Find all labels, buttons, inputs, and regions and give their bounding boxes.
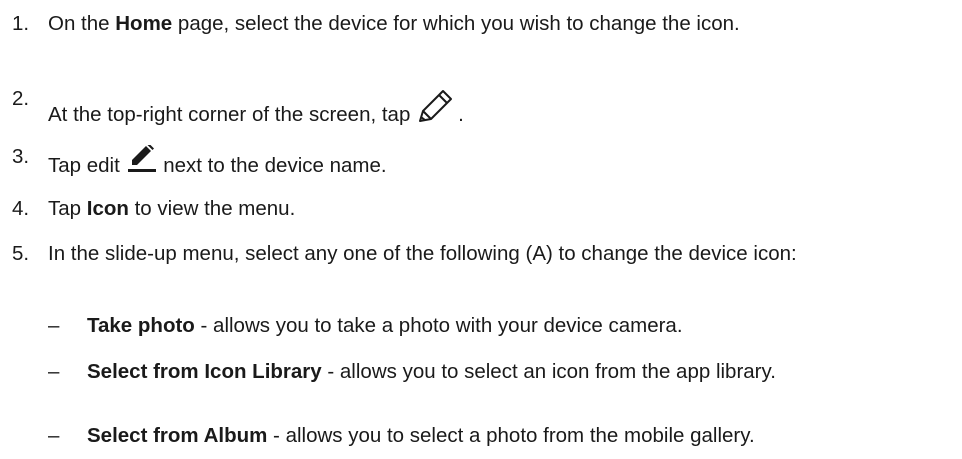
dash-bullet: – — [48, 360, 60, 383]
step-text: Tap edit next to the device name. — [48, 143, 953, 178]
dash-bullet: – — [48, 424, 60, 447]
step-3: 3. Tap edit next to the device name. — [0, 143, 953, 178]
option-take-photo: – Take photo - allows you to take a phot… — [0, 314, 947, 338]
step-number: 4. — [12, 197, 30, 220]
step-number: 3. — [12, 145, 30, 168]
option-album: – Select from Album - allows you to sele… — [0, 424, 947, 448]
home-label: Home — [115, 12, 173, 35]
step-4: 4. Tap Icon to view the menu. — [0, 197, 953, 221]
step-1: 1. On the Home page, select the device f… — [0, 12, 953, 36]
dash-bullet: – — [48, 314, 60, 337]
step-number: 2. — [12, 87, 30, 110]
step-number: 1. — [12, 12, 30, 35]
pencil-outline-icon — [416, 87, 458, 127]
step-text: Tap Icon to view the menu. — [48, 197, 296, 220]
step-number: 5. — [12, 242, 30, 265]
option-text: Select from Icon Library - allows you to… — [87, 360, 776, 383]
option-text: Take photo - allows you to take a photo … — [87, 314, 683, 337]
edit-pencil-underline-icon — [126, 143, 158, 178]
step-text: On the Home page, select the device for … — [48, 12, 740, 35]
option-icon-library: – Select from Icon Library - allows you … — [0, 360, 947, 384]
icon-label: Icon — [86, 197, 129, 220]
step-2: 2. At the top-right corner of the screen… — [0, 87, 953, 127]
step-text: In the slide-up menu, select any one of … — [48, 242, 797, 265]
step-5: 5. In the slide-up menu, select any one … — [0, 242, 953, 266]
step-text: At the top-right corner of the screen, t… — [48, 87, 953, 127]
option-text: Select from Album - allows you to select… — [87, 424, 755, 447]
